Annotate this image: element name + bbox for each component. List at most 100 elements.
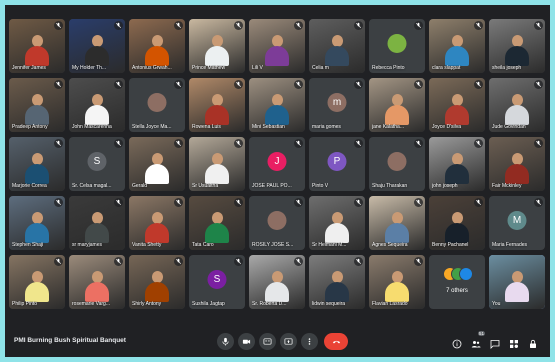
participant-tile[interactable]: Jude Govindan (489, 78, 545, 132)
present-button[interactable] (280, 333, 297, 350)
participant-tile[interactable]: rosemarie Varg... (69, 255, 125, 309)
participant-figure (24, 35, 50, 66)
participant-tile[interactable]: Tata Caro (189, 196, 245, 250)
side-controls: 51 (452, 331, 538, 349)
participant-figure (384, 271, 410, 302)
participant-figure (444, 153, 470, 184)
participant-name: Celia m (312, 65, 329, 71)
participant-name: Agnes Sequeira (372, 242, 408, 248)
participant-tile[interactable]: P Pinto V (309, 137, 365, 191)
call-controls (217, 333, 348, 350)
participant-tile[interactable]: Philip Pinto (9, 255, 65, 309)
mic-muted-indicator (174, 80, 183, 89)
participant-tile[interactable]: Vanita Shetty (129, 196, 185, 250)
participant-tile[interactable]: Stella Joyce Ma... (129, 78, 185, 132)
captions-icon (263, 338, 272, 345)
mic-icon (222, 337, 229, 346)
mic-muted-indicator (294, 21, 303, 30)
participant-tile[interactable]: Sr Usualtha (189, 137, 245, 191)
activities-button[interactable] (509, 336, 519, 348)
participant-tile[interactable]: Flavian Lasrado (369, 255, 425, 309)
participant-tile[interactable]: sr maryjames (69, 196, 125, 250)
camera-button[interactable] (238, 333, 255, 350)
host-controls-button[interactable] (528, 336, 538, 348)
participant-name: Fair Mckinley (492, 183, 522, 189)
participant-tile[interactable]: Marjorie Correa (9, 137, 65, 191)
participant-figure (444, 94, 470, 125)
participant-figure (84, 35, 110, 66)
participant-figure (144, 153, 170, 184)
participant-tile[interactable]: Gerald (129, 137, 185, 191)
info-button[interactable] (452, 336, 462, 349)
mic-off-icon (116, 199, 121, 205)
participant-name: Sr. Roberta D... (252, 301, 287, 307)
participant-tile[interactable]: Pradeep Antony (9, 78, 65, 132)
participant-figure (324, 212, 350, 243)
participant-tile[interactable]: jane Kalatha... (369, 78, 425, 132)
participant-tile[interactable]: Stephen Shaji (9, 196, 65, 250)
participant-tile[interactable]: Shaju Tharakan (369, 137, 425, 191)
participant-tile[interactable]: My Holder Th... (69, 19, 125, 73)
participant-tile[interactable]: Jennifer James (9, 19, 65, 73)
mic-muted-indicator (474, 80, 483, 89)
mic-muted-indicator (534, 198, 543, 207)
self-tile[interactable]: You (489, 255, 545, 309)
participant-name: Jennifer James (12, 65, 46, 71)
participant-tile[interactable]: John Mascarenha (69, 78, 125, 132)
participant-tile[interactable]: J JOSE PAUL PO... (249, 137, 305, 191)
participant-tile[interactable]: john joseph (429, 137, 485, 191)
participant-tile[interactable]: S Sushila Jagtap (189, 255, 245, 309)
participant-tile[interactable]: Agnes Sequeira (369, 196, 425, 250)
captions-button[interactable] (259, 333, 276, 350)
mic-muted-indicator (174, 21, 183, 30)
participant-tile[interactable]: Sr Helmani M... (309, 196, 365, 250)
self-name: You (492, 301, 501, 307)
mic-muted-indicator (534, 80, 543, 89)
participant-tile[interactable]: Shirly Antony (129, 255, 185, 309)
participant-name: Shaju Tharakan (372, 183, 408, 189)
mic-muted-indicator (234, 198, 243, 207)
participant-tile[interactable]: M Maria Fernades (489, 196, 545, 250)
participant-tile[interactable]: Antonius Grwah... (129, 19, 185, 73)
participant-tile[interactable]: Mini Sebastian (249, 78, 305, 132)
mic-muted-indicator (354, 198, 363, 207)
chat-button[interactable] (490, 336, 500, 349)
end-call-icon (332, 340, 340, 344)
participant-tile[interactable]: S Sr. Celsa magal... (69, 137, 125, 191)
participant-tile[interactable]: m maria gomes (309, 78, 365, 132)
participant-tile[interactable]: Joyce D'silva (429, 78, 485, 132)
participant-tile[interactable]: Rebecca Pinto (369, 19, 425, 73)
end-call-button[interactable] (324, 333, 348, 350)
participant-name: Rowena Luis (192, 124, 221, 130)
mic-off-icon (536, 22, 541, 28)
participant-tile[interactable]: Rowena Luis (189, 78, 245, 132)
participant-name: Mini Sebastian (252, 124, 285, 130)
participant-tile[interactable]: Fair Mckinley (489, 137, 545, 191)
participant-figure (24, 94, 50, 125)
others-tile[interactable]: 7 others (429, 255, 485, 309)
participant-tile[interactable]: Celia m (309, 19, 365, 73)
participant-tile[interactable]: Lili V (249, 19, 305, 73)
participant-tile[interactable]: Benny Pachanel (429, 196, 485, 250)
people-button[interactable]: 51 (471, 331, 485, 348)
mic-off-icon (116, 22, 121, 28)
participant-tile[interactable]: clara slappat (429, 19, 485, 73)
participant-avatar (387, 34, 407, 53)
mic-button[interactable] (217, 333, 234, 350)
participant-tile[interactable]: sheila joseph (489, 19, 545, 73)
bottom-bar: PMI Burning Bush Spiritual Banquet 51 (5, 325, 550, 357)
participant-name: Vanita Shetty (132, 242, 162, 248)
participant-name: Gerald (132, 183, 148, 189)
mic-off-icon (416, 140, 421, 146)
participant-avatar: S (87, 152, 107, 171)
participant-tile[interactable]: Prince Mathew (189, 19, 245, 73)
participant-tile[interactable]: ROSILY JOSE S... (249, 196, 305, 250)
participant-name: Tata Caro (192, 242, 214, 248)
participant-tile[interactable]: Sr. Roberta D... (249, 255, 305, 309)
mic-muted-indicator (234, 21, 243, 30)
participant-tile[interactable]: lidwin sequeira (309, 255, 365, 309)
more-options-button[interactable] (301, 333, 318, 350)
mic-muted-indicator (294, 257, 303, 266)
mic-off-icon (296, 258, 301, 264)
others-label: 7 others (446, 288, 468, 294)
